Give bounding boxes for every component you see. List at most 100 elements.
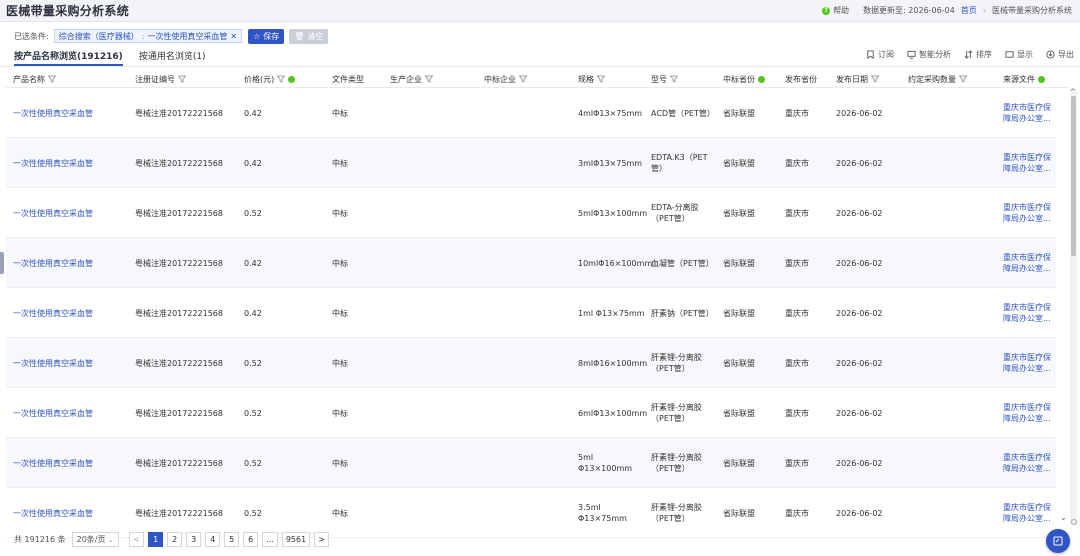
- cell-pub-province: 重庆市: [785, 358, 809, 368]
- page-ellipsis[interactable]: ...: [262, 531, 278, 547]
- tab-by-product-name[interactable]: 按产品名称浏览(191216): [14, 49, 123, 66]
- cell-product-name[interactable]: 一次性使用真空采血管: [13, 138, 128, 188]
- col-price[interactable]: 价格(元): [244, 70, 296, 88]
- cell-price: 0.52: [244, 358, 262, 368]
- col-product-name[interactable]: 产品名称: [13, 70, 56, 88]
- resize-handle-icon[interactable]: [1071, 519, 1077, 525]
- chevron-up-icon[interactable]: ^: [1070, 88, 1076, 96]
- close-icon[interactable]: ✕: [230, 32, 237, 41]
- col-agreed-qty[interactable]: 约定采购数量: [908, 70, 967, 88]
- table-row[interactable]: 一次性使用真空采血管 粤械注准20172221568 0.52 中标 5ml Φ13×1…: [6, 438, 1056, 488]
- cell-product-name[interactable]: 一次性使用真空采血管: [13, 288, 128, 338]
- help-link[interactable]: ? 帮助: [822, 5, 849, 16]
- info-icon[interactable]: [288, 75, 296, 83]
- breadcrumb-home[interactable]: 首页: [961, 5, 977, 16]
- table-row[interactable]: 一次性使用真空采血管 粤械注准20172221568 0.42 中标 4mlΦ13×75…: [6, 88, 1056, 138]
- cell-source[interactable]: 重庆市医疗保障局办公室...: [1003, 388, 1058, 438]
- cell-model: 肝素锂-分离胶（PET管）: [651, 453, 702, 473]
- col-model[interactable]: 型号: [651, 70, 678, 88]
- cell-spec: 3mlΦ13×75mm: [578, 158, 643, 168]
- next-page-button[interactable]: >: [314, 531, 330, 547]
- cell-model: EDTA.K3（PET管）: [651, 153, 708, 173]
- col-bid-company[interactable]: 中标企业: [484, 70, 527, 88]
- export-button[interactable]: 导出: [1046, 49, 1074, 60]
- page-button[interactable]: 6: [243, 531, 259, 547]
- cell-product-name[interactable]: 一次性使用真空采血管: [13, 88, 128, 138]
- cell-source[interactable]: 重庆市医疗保障局办公室...: [1003, 438, 1058, 488]
- sort-button[interactable]: 排序: [964, 49, 992, 60]
- cell-product-name[interactable]: 一次性使用真空采血管: [13, 388, 128, 438]
- cell-reg-no: 粤械注准20172221568: [135, 458, 223, 468]
- cell-bid-province: 省际联盟: [723, 208, 755, 218]
- cell-source[interactable]: 重庆市医疗保障局办公室...: [1003, 88, 1058, 138]
- table-row[interactable]: 一次性使用真空采血管 粤械注准20172221568 0.52 中标 5mlΦ13×10…: [6, 188, 1056, 238]
- col-manufacturer[interactable]: 生产企业: [390, 70, 433, 88]
- table-row[interactable]: 一次性使用真空采血管 粤械注准20172221568 0.52 中标 6mlΦ13×10…: [6, 388, 1056, 438]
- sort-label: 排序: [976, 50, 992, 59]
- display-button[interactable]: 显示: [1005, 49, 1033, 60]
- filter-icon[interactable]: [48, 75, 56, 83]
- filter-icon[interactable]: [425, 75, 433, 83]
- filter-icon[interactable]: [871, 75, 879, 83]
- vertical-scrollbar[interactable]: [1070, 88, 1077, 525]
- cell-reg-no: 粤械注准20172221568: [135, 358, 223, 368]
- cell-product-name[interactable]: 一次性使用真空采血管: [13, 188, 128, 238]
- feedback-button[interactable]: [1046, 529, 1070, 553]
- cell-product-name[interactable]: 一次性使用真空采血管: [13, 238, 128, 288]
- page-button[interactable]: 9561: [281, 531, 311, 547]
- table-row[interactable]: 一次性使用真空采血管 粤械注准20172221568 0.42 中标 3mlΦ13×75…: [6, 138, 1056, 188]
- col-source[interactable]: 来源文件: [1003, 70, 1045, 88]
- chevron-down-icon[interactable]: ⌄: [1060, 513, 1067, 522]
- table-row[interactable]: 一次性使用真空采血管 粤械注准20172221568 0.52 中标 8mlΦ16×10…: [6, 338, 1056, 388]
- cell-product-name[interactable]: 一次性使用真空采血管: [13, 438, 128, 488]
- cell-agreed-qty: [908, 388, 998, 438]
- filter-icon[interactable]: [519, 75, 527, 83]
- col-bid-province[interactable]: 中标省份: [723, 70, 765, 88]
- prev-page-button[interactable]: <: [129, 531, 145, 547]
- cell-source[interactable]: 重庆市医疗保障局办公室...: [1003, 188, 1058, 238]
- col-label: 型号: [651, 74, 667, 84]
- cell-source[interactable]: 重庆市医疗保障局办公室...: [1003, 238, 1058, 288]
- col-reg-no[interactable]: 注册证编号: [135, 70, 186, 88]
- filter-icon[interactable]: [277, 75, 286, 83]
- page-size-value: 20条/页: [76, 534, 106, 544]
- cell-source[interactable]: 重庆市医疗保障局办公室...: [1003, 338, 1058, 388]
- cell-product-name[interactable]: 一次性使用真空采血管: [13, 338, 128, 388]
- clear-label: 清空: [307, 31, 324, 41]
- table-row[interactable]: 一次性使用真空采血管 粤械注准20172221568 0.42 中标 1ml Φ13×7…: [6, 288, 1056, 338]
- star-icon: ☆: [253, 31, 261, 41]
- cell-pub-province: 重庆市: [785, 308, 809, 318]
- tab-by-generic-name[interactable]: 按通用名浏览(1): [139, 49, 206, 66]
- cell-source[interactable]: 重庆市医疗保障局办公室...: [1003, 138, 1058, 188]
- filter-icon[interactable]: [959, 75, 967, 83]
- page-button[interactable]: 5: [224, 531, 240, 547]
- cell-model: 血凝管（PET管）: [651, 258, 714, 268]
- col-doc-type[interactable]: 文件类型: [332, 70, 364, 88]
- filter-icon[interactable]: [597, 75, 605, 83]
- filter-icon[interactable]: [670, 75, 678, 83]
- page-button[interactable]: 4: [205, 531, 221, 547]
- cell-agreed-qty: [908, 88, 998, 138]
- info-icon[interactable]: [1038, 75, 1045, 83]
- filter-icon[interactable]: [178, 75, 186, 83]
- info-icon[interactable]: [758, 75, 765, 83]
- clear-button[interactable]: 🗑 清空: [289, 28, 329, 44]
- scroll-thumb[interactable]: [1071, 96, 1076, 256]
- display-label: 显示: [1017, 50, 1033, 59]
- col-pub-province[interactable]: 发布省份: [785, 70, 817, 88]
- page-button[interactable]: 1: [148, 531, 164, 547]
- cell-manufacturer: [390, 288, 480, 338]
- page-button[interactable]: 3: [186, 531, 202, 547]
- side-collapse-handle[interactable]: [0, 252, 4, 274]
- subscribe-button[interactable]: 订阅: [866, 49, 894, 60]
- cell-source[interactable]: 重庆市医疗保障局办公室...: [1003, 288, 1058, 338]
- col-spec[interactable]: 规格: [578, 70, 605, 88]
- page-size-select[interactable]: 20条/页 ⌄: [71, 531, 120, 547]
- table-row[interactable]: 一次性使用真空采血管 粤械注准20172221568 0.42 中标 10mlΦ16×1…: [6, 238, 1056, 288]
- save-button[interactable]: ☆ 保存: [248, 28, 285, 44]
- page-button[interactable]: 2: [167, 531, 183, 547]
- cell-spec: 5ml Φ13×100mm: [578, 453, 633, 473]
- filter-chip[interactable]: 综合搜索（医疗器械） : 一次性使用真空采血管 ✕: [53, 29, 243, 43]
- smart-analysis-button[interactable]: 智能分析: [907, 49, 951, 60]
- col-pub-date[interactable]: 发布日期: [836, 70, 879, 88]
